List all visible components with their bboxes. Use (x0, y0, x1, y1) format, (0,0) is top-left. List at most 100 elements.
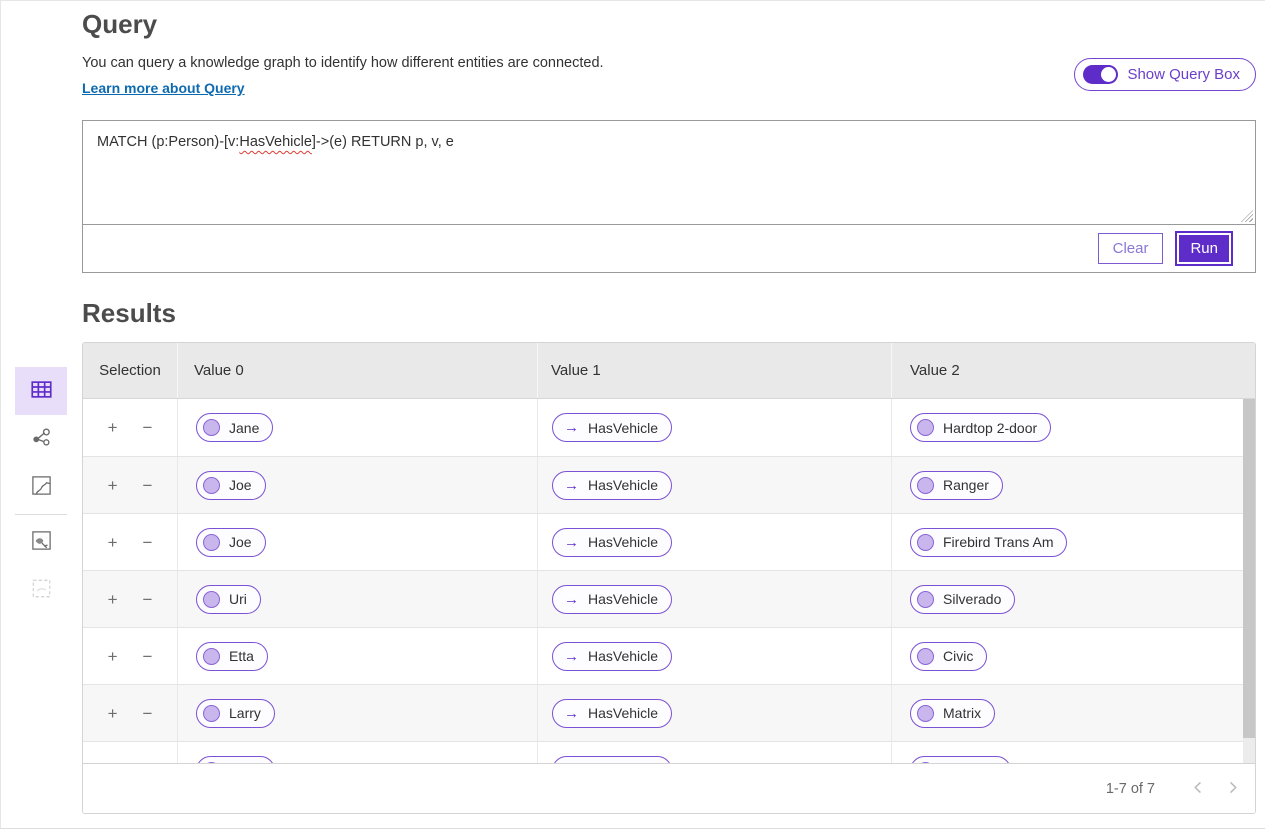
relationship-pill[interactable]: → HasVehicle (552, 585, 672, 614)
clear-button[interactable]: Clear (1098, 233, 1164, 264)
entity-pill[interactable]: Larry (196, 699, 275, 728)
relationship-pill[interactable]: → HasVehicle (552, 471, 672, 500)
sidebar-item-add-to-link-chart (15, 566, 67, 614)
entity-pill[interactable]: Ranger (910, 471, 1003, 500)
remove-from-selection-button[interactable]: − (139, 532, 157, 553)
entity-node-icon (203, 534, 220, 551)
add-to-selection-button[interactable]: + (104, 760, 122, 764)
sidebar-item-add-to-map[interactable] (15, 518, 67, 566)
show-query-box-toggle[interactable]: Show Query Box (1074, 58, 1256, 91)
remove-from-selection-button[interactable]: − (139, 589, 157, 610)
row-value0-cell: Uri (178, 571, 538, 627)
row-value0-cell: Larry (178, 685, 538, 741)
sidebar-item-link-chart-view[interactable] (15, 415, 67, 463)
row-value2-cell: Silverado (892, 571, 1255, 627)
row-value2-cell: Matrix (892, 685, 1255, 741)
row-value1-cell: → HasVehicle (538, 514, 892, 570)
relationship-pill[interactable]: → HasVehicle (552, 642, 672, 671)
entity-pill[interactable]: Mustang (910, 756, 1011, 764)
row-selection-cell: + − (83, 742, 178, 763)
row-selection-cell: + − (83, 457, 178, 513)
table-row: + − Joe → HasVehicle Ranger (83, 456, 1255, 513)
entity-node-icon (203, 705, 220, 722)
textarea-resize-handle[interactable] (1241, 210, 1253, 222)
row-value0-cell: Larry (178, 742, 538, 763)
remove-from-selection-button[interactable]: − (139, 417, 157, 438)
row-selection-cell: + − (83, 685, 178, 741)
row-value2-cell: Firebird Trans Am (892, 514, 1255, 570)
toggle-label: Show Query Box (1127, 66, 1240, 83)
entity-pill[interactable]: Silverado (910, 585, 1015, 614)
row-value2-cell: Hardtop 2-door (892, 399, 1255, 456)
entity-pill[interactable]: Larry (196, 756, 275, 764)
run-button[interactable]: Run (1175, 231, 1233, 266)
column-header-selection[interactable]: Selection (83, 343, 178, 398)
relationship-pill-label: HasVehicle (588, 762, 658, 763)
remove-from-selection-button[interactable]: − (139, 646, 157, 667)
add-to-selection-button[interactable]: + (104, 589, 122, 610)
column-header-value2[interactable]: Value 2 (892, 343, 1255, 398)
entity-node-icon (203, 477, 220, 494)
vertical-scrollbar[interactable] (1243, 399, 1255, 763)
arrow-right-icon: → (564, 420, 579, 435)
scrollbar-thumb[interactable] (1243, 399, 1255, 738)
remove-from-selection-button[interactable]: − (139, 760, 157, 764)
entity-pill[interactable]: Uri (196, 585, 261, 614)
page-title: Query (82, 9, 157, 40)
results-table: Selection Value 0 Value 1 Value 2 + − Ja… (82, 342, 1256, 814)
entity-pill-label: Matrix (943, 705, 981, 721)
entity-pill[interactable]: Jane (196, 413, 273, 442)
entity-pill[interactable]: Matrix (910, 699, 995, 728)
query-actions-bar: Clear Run (83, 225, 1255, 272)
column-header-value1[interactable]: Value 1 (538, 343, 892, 398)
entity-pill[interactable]: Joe (196, 528, 266, 557)
relationship-pill-label: HasVehicle (588, 534, 658, 550)
relationship-pill[interactable]: → HasVehicle (552, 699, 672, 728)
add-to-selection-button[interactable]: + (104, 417, 122, 438)
column-header-value0[interactable]: Value 0 (178, 343, 538, 398)
entity-pill-label: Silverado (943, 591, 1001, 607)
add-to-selection-button[interactable]: + (104, 646, 122, 667)
query-text-misspelled: HasVehicle (239, 134, 312, 150)
entity-node-icon (917, 762, 934, 764)
arrow-right-icon: → (564, 763, 579, 764)
entity-pill[interactable]: Civic (910, 642, 987, 671)
add-to-link-chart-icon (31, 578, 52, 602)
sidebar-item-map-view[interactable] (15, 463, 67, 511)
entity-pill[interactable]: Joe (196, 471, 266, 500)
row-value0-cell: Joe (178, 457, 538, 513)
previous-page-button[interactable] (1181, 772, 1215, 806)
entity-pill[interactable]: Firebird Trans Am (910, 528, 1067, 557)
rows-host: + − Jane → HasVehicle Hardtop 2-door + − (83, 399, 1255, 763)
relationship-pill[interactable]: → HasVehicle (552, 413, 672, 442)
row-value2-cell: Ranger (892, 457, 1255, 513)
relationship-pill[interactable]: → HasVehicle (552, 528, 672, 557)
query-page: Query You can query a knowledge graph to… (0, 0, 1265, 829)
page-description: You can query a knowledge graph to ident… (82, 55, 604, 71)
remove-from-selection-button[interactable]: − (139, 475, 157, 496)
sidebar-item-table-view[interactable] (15, 367, 67, 415)
entity-node-icon (917, 591, 934, 608)
entity-pill[interactable]: Hardtop 2-door (910, 413, 1051, 442)
sidebar-divider (15, 514, 67, 515)
relationship-pill[interactable]: → HasVehicle (552, 756, 672, 764)
add-to-selection-button[interactable]: + (104, 475, 122, 496)
entity-pill-label: Joe (229, 477, 252, 493)
remove-from-selection-button[interactable]: − (139, 703, 157, 724)
entity-pill-label: Ranger (943, 477, 989, 493)
entity-pill-label: Larry (229, 762, 261, 763)
learn-more-link[interactable]: Learn more about Query (82, 80, 245, 96)
toggle-switch-icon[interactable] (1083, 65, 1118, 84)
arrow-right-icon: → (564, 706, 579, 721)
add-to-selection-button[interactable]: + (104, 532, 122, 553)
entity-node-icon (917, 419, 934, 436)
entity-pill-label: Etta (229, 648, 254, 664)
results-view-sidebar (15, 367, 67, 614)
query-text-prefix: MATCH (p:Person)-[v: (97, 134, 239, 150)
entity-pill[interactable]: Etta (196, 642, 268, 671)
map-view-icon (31, 475, 52, 499)
next-page-button[interactable] (1215, 772, 1249, 806)
add-to-selection-button[interactable]: + (104, 703, 122, 724)
entity-pill-label: Joe (229, 534, 252, 550)
query-input[interactable]: MATCH (p:Person)-[v:HasVehicle]->(e) RET… (83, 121, 1255, 225)
